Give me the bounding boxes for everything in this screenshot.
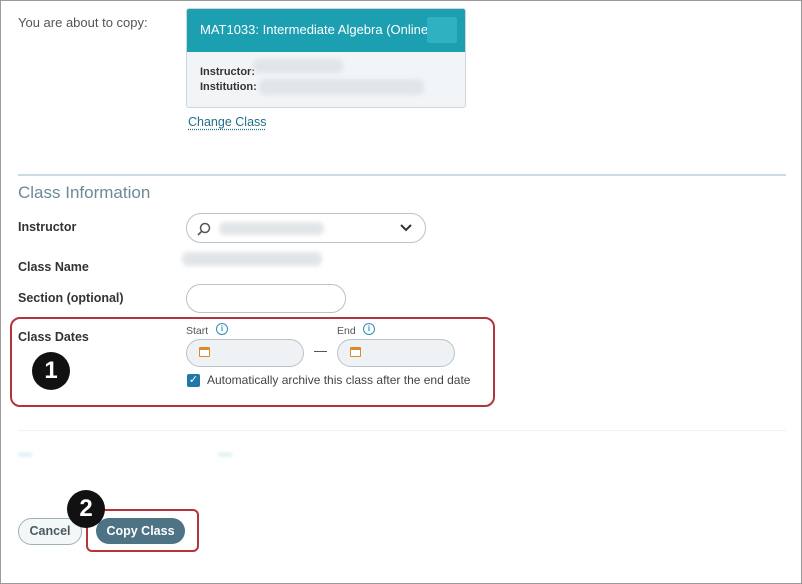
calendar-icon — [199, 347, 210, 357]
class-name-label: Class Name — [18, 260, 89, 274]
search-icon — [197, 222, 211, 236]
section-divider — [18, 174, 786, 176]
section-input[interactable] — [186, 284, 346, 313]
redacted-instructor — [253, 59, 343, 73]
end-label: End — [337, 325, 356, 337]
copy-intro-label: You are about to copy: — [18, 15, 148, 30]
callout-1: 1 — [32, 352, 70, 390]
end-info-icon[interactable]: i — [363, 323, 375, 335]
section-label: Section (optional) — [18, 291, 124, 305]
card-instructor-label: Instructor: — [200, 66, 255, 78]
archive-checkbox[interactable]: ✓ — [187, 374, 200, 387]
course-title: MAT1033: Intermediate Algebra (Online) — [200, 22, 433, 37]
start-date-field[interactable] — [186, 339, 304, 367]
change-class-link[interactable]: Change Class — [188, 115, 267, 129]
blurred-row-left — [18, 452, 32, 457]
instructor-select[interactable] — [186, 213, 426, 243]
card-institution-label: Institution: — [200, 81, 257, 93]
copy-class-button[interactable]: Copy Class — [96, 518, 185, 544]
blurred-row-right — [218, 452, 232, 457]
course-card-header: MAT1033: Intermediate Algebra (Online) — [187, 9, 465, 52]
calendar-icon — [350, 347, 361, 357]
instructor-label: Instructor — [18, 220, 77, 234]
redacted-instructor-name — [219, 222, 324, 235]
redacted-institution — [259, 79, 424, 95]
lower-divider — [18, 430, 786, 431]
course-color-swatch — [427, 17, 457, 43]
chevron-down-icon — [400, 224, 412, 232]
redacted-class-name — [182, 252, 322, 266]
start-label: Start — [186, 325, 209, 337]
date-range-dash — [314, 351, 327, 352]
archive-checkbox-label: Automatically archive this class after t… — [207, 373, 471, 387]
class-information-title: Class Information — [18, 183, 151, 202]
start-info-icon[interactable]: i — [216, 323, 228, 335]
course-card: MAT1033: Intermediate Algebra (Online) I… — [186, 8, 466, 108]
callout-2: 2 — [67, 490, 105, 528]
end-date-field[interactable] — [337, 339, 455, 367]
class-dates-label: Class Dates — [18, 330, 89, 344]
